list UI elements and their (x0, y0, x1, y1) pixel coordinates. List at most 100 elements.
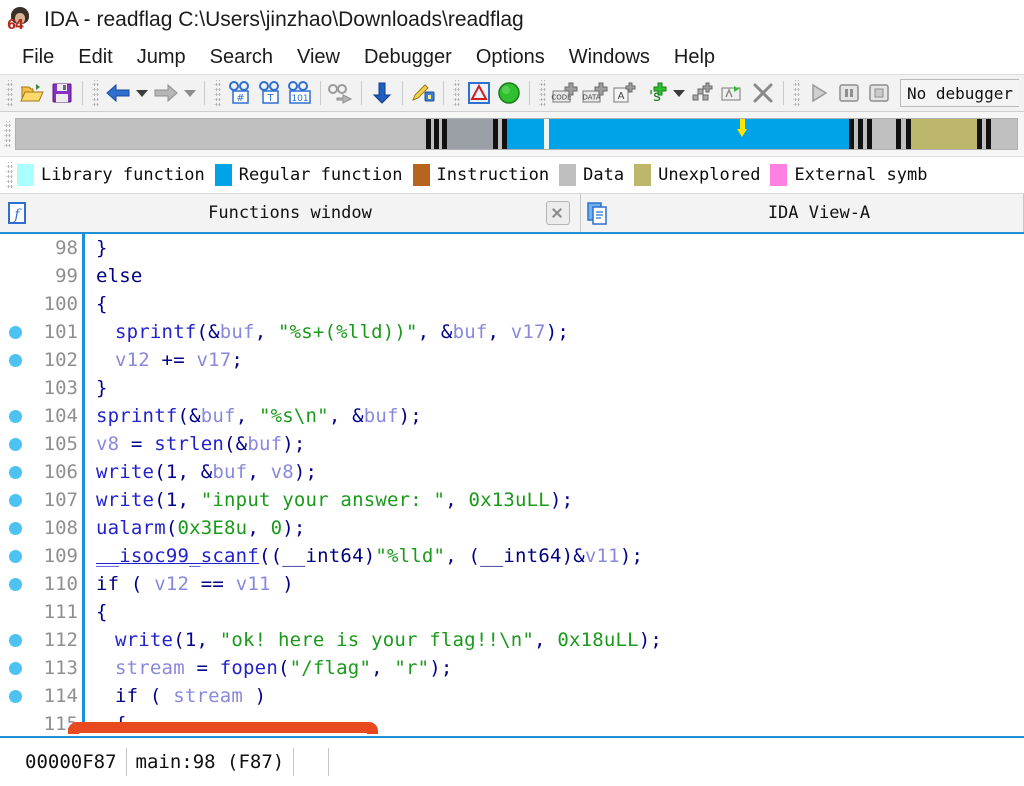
toolbar-grip-analysis[interactable] (453, 80, 460, 106)
breakpoint-marker-column[interactable] (0, 409, 30, 423)
code-text[interactable]: write(1, "ok! here is your flag!!\n", 0x… (82, 629, 662, 651)
code-line[interactable]: 106 write(1, &buf, v8); (0, 458, 1024, 486)
debugger-selector[interactable]: No debugger (900, 79, 1019, 107)
menu-item-windows[interactable]: Windows (557, 44, 662, 71)
open-file-icon[interactable] (17, 78, 47, 108)
code-line[interactable]: 107 write(1, "input your answer: ", 0x13u… (0, 486, 1024, 514)
jump-down-icon[interactable] (367, 78, 397, 108)
save-file-icon[interactable] (47, 78, 77, 108)
code-line[interactable]: 113 stream = fopen("/flag", "r"); (0, 654, 1024, 682)
breakpoint-dot-icon[interactable] (8, 437, 22, 451)
navigate-back-dropdown-icon[interactable] (133, 78, 151, 108)
make-string-icon[interactable]: 's (640, 78, 670, 108)
pseudocode-view[interactable]: 98} 99 else 100{101 sprintf(&buf, "%s+(%lld)… (0, 234, 1024, 734)
make-data-icon[interactable]: DATA (580, 78, 610, 108)
navigation-band[interactable] (15, 118, 1018, 150)
breakpoint-marker-column[interactable] (0, 633, 30, 647)
breakpoint-dot-icon[interactable] (8, 521, 22, 535)
code-text[interactable]: } (82, 237, 108, 259)
code-text[interactable]: else (82, 265, 143, 287)
code-line[interactable]: 104 sprintf(&buf, "%s\n", &buf); (0, 402, 1024, 430)
navigate-forward-dropdown-icon[interactable] (181, 78, 199, 108)
breakpoint-dot-icon[interactable] (8, 465, 22, 479)
code-text[interactable]: { (82, 713, 127, 734)
breakpoint-dot-icon[interactable] (8, 577, 22, 591)
menu-item-file[interactable]: File (10, 44, 66, 71)
breakpoint-marker-column[interactable] (0, 577, 30, 591)
menu-item-view[interactable]: View (285, 44, 352, 71)
code-line[interactable]: 99 else (0, 262, 1024, 290)
breakpoint-marker-column[interactable] (0, 661, 30, 675)
code-text[interactable]: v12 += v17; (82, 349, 243, 371)
breakpoint-marker-column[interactable] (0, 521, 30, 535)
code-line[interactable]: 110 if ( v12 == v11 ) (0, 570, 1024, 598)
breakpoint-marker-column[interactable] (0, 325, 30, 339)
code-line[interactable]: 111 { (0, 598, 1024, 626)
debug-stop-icon[interactable] (864, 78, 894, 108)
toolbar-grip-make[interactable] (539, 80, 546, 106)
close-icon[interactable] (546, 201, 570, 225)
breakpoint-dot-icon[interactable] (8, 633, 22, 647)
code-text[interactable]: write(1, &buf, v8); (82, 461, 317, 483)
menu-item-edit[interactable]: Edit (66, 44, 124, 71)
navband-grip[interactable] (4, 121, 11, 147)
breakpoint-marker-column[interactable] (0, 465, 30, 479)
search-text-icon[interactable]: T (255, 78, 285, 108)
breakpoint-dot-icon[interactable] (8, 353, 22, 367)
code-text[interactable]: sprintf(&buf, "%s\n", &buf); (82, 405, 422, 427)
make-array-icon[interactable] (718, 78, 748, 108)
breakpoint-marker-column[interactable] (0, 493, 30, 507)
code-line[interactable]: 112 write(1, "ok! here is your flag!!\n",… (0, 626, 1024, 654)
breakpoint-dot-icon[interactable] (8, 689, 22, 703)
code-text[interactable]: v8 = strlen(&buf); (82, 433, 306, 455)
code-text[interactable]: } (82, 377, 108, 399)
make-string-dropdown-icon[interactable] (670, 78, 688, 108)
make-ascii-icon[interactable]: A (610, 78, 640, 108)
make-struct-icon[interactable] (688, 78, 718, 108)
code-line[interactable]: 108 ualarm(0x3E8u, 0); (0, 514, 1024, 542)
menu-item-search[interactable]: Search (198, 44, 285, 71)
menu-item-help[interactable]: Help (662, 44, 727, 71)
code-line[interactable]: 115 { (0, 710, 1024, 734)
code-line[interactable]: 100 { (0, 290, 1024, 318)
code-line[interactable]: 103} (0, 374, 1024, 402)
breakpoint-dot-icon[interactable] (8, 493, 22, 507)
make-code-icon[interactable]: CODE (550, 78, 580, 108)
code-text[interactable]: write(1, "input your answer: ", 0x13uLL)… (82, 489, 573, 511)
breakpoint-dot-icon[interactable] (8, 409, 22, 423)
problems-icon[interactable] (464, 78, 494, 108)
navigate-back-icon[interactable] (103, 78, 133, 108)
toolbar-grip[interactable] (6, 80, 13, 106)
legend-grip[interactable] (6, 162, 13, 188)
mark-position-icon[interactable] (408, 78, 438, 108)
code-text[interactable]: sprintf(&buf, "%s+(%lld))", &buf, v17); (82, 321, 569, 343)
code-line[interactable]: 98} (0, 234, 1024, 262)
breakpoint-dot-icon[interactable] (8, 325, 22, 339)
breakpoint-dot-icon[interactable] (8, 549, 22, 563)
undefine-icon[interactable] (748, 78, 778, 108)
menu-item-jump[interactable]: Jump (125, 44, 198, 71)
code-line[interactable]: 101 sprintf(&buf, "%s+(%lld))", &buf, v17… (0, 318, 1024, 346)
code-text[interactable]: if ( v12 == v11 ) (82, 573, 294, 595)
code-text[interactable]: { (82, 293, 108, 315)
navigate-forward-icon[interactable] (151, 78, 181, 108)
toolbar-grip-nav[interactable] (92, 80, 99, 106)
code-text[interactable]: __isoc99_scanf((__int64)"%lld", (__int64… (82, 545, 643, 567)
menu-item-options[interactable]: Options (464, 44, 557, 71)
code-line[interactable]: 105 v8 = strlen(&buf); (0, 430, 1024, 458)
breakpoint-marker-column[interactable] (0, 437, 30, 451)
breakpoint-dot-icon[interactable] (8, 661, 22, 675)
breakpoint-marker-column[interactable] (0, 689, 30, 703)
search-sequence-icon[interactable]: 101 (285, 78, 315, 108)
code-line[interactable]: 114 if ( stream ) (0, 682, 1024, 710)
debug-pause-icon[interactable] (834, 78, 864, 108)
code-text[interactable]: stream = fopen("/flag", "r"); (82, 657, 453, 679)
code-line[interactable]: 109 __isoc99_scanf((__int64)"%lld", (__in… (0, 542, 1024, 570)
search-hex-icon[interactable]: # (225, 78, 255, 108)
code-text[interactable]: { (82, 601, 108, 623)
code-text[interactable]: if ( stream ) (82, 685, 266, 707)
code-line[interactable]: 102 v12 += v17; (0, 346, 1024, 374)
breakpoint-marker-column[interactable] (0, 353, 30, 367)
toolbar-grip-debug[interactable] (793, 80, 800, 106)
search-next-icon[interactable] (326, 78, 356, 108)
